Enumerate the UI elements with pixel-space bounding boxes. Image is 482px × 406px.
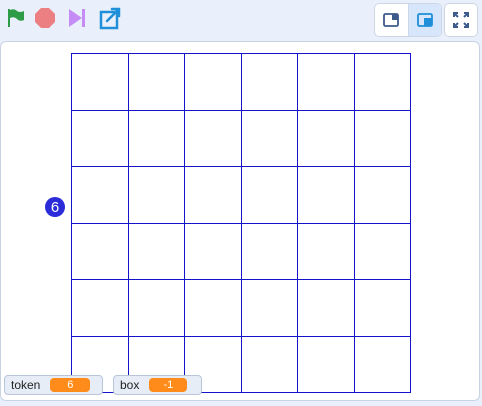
grid-cell [127,53,185,111]
grid-cell [127,109,185,167]
grid-cell [71,109,129,167]
grid-cell [127,222,185,280]
green-flag-icon [8,9,24,27]
step-button[interactable] [63,4,91,32]
grid-cell [184,222,242,280]
monitor-value: 6 [50,378,91,392]
variable-monitor-box[interactable]: box -1 [113,375,202,395]
share-button[interactable] [97,4,125,32]
large-stage-button[interactable] [407,4,441,36]
grid-cell [297,53,355,111]
share-icon [99,7,121,30]
grid-cell [240,109,298,167]
grid-cell [240,222,298,280]
monitor-label: token [11,378,41,392]
grid-cell [184,109,242,167]
grid-cell [297,222,355,280]
stop-icon [35,8,55,28]
grid-cell [184,166,242,224]
grid-cell [353,109,411,167]
grid-cell [127,279,185,337]
toolbar [0,0,482,40]
grid-cell [297,335,355,393]
grid-cell [71,222,129,280]
grid-cell [240,166,298,224]
grid-cell [297,279,355,337]
grid-cell [71,53,129,111]
grid-cell [240,335,298,393]
grid-cell [353,222,411,280]
grid-cell [71,166,129,224]
grid-cell [353,279,411,337]
number-sprite[interactable]: 6 [45,197,65,217]
fullscreen-button[interactable] [444,3,478,37]
grid-cell [353,335,411,393]
fullscreen-icon [453,12,469,28]
grid-cell [240,53,298,111]
small-stage-button[interactable] [375,4,408,36]
step-icon [69,9,85,27]
grid-cell [127,166,185,224]
grid-cell [240,279,298,337]
grid-cell [297,109,355,167]
stage-size-toggle [374,3,442,37]
grid-cell [184,279,242,337]
large-stage-icon [416,13,433,27]
variable-monitor-token[interactable]: token 6 [4,375,103,395]
green-flag-button[interactable] [1,4,29,32]
stage[interactable]: 6 token 6 box -1 [0,41,480,401]
grid-cell [184,53,242,111]
stop-button[interactable] [31,4,59,32]
grid-cell [353,166,411,224]
monitor-label: box [120,378,140,392]
grid-cell [297,166,355,224]
grid-cell [71,279,129,337]
small-stage-icon [383,13,400,27]
grid-board [71,53,411,393]
monitor-value: -1 [149,378,188,392]
grid-cell [353,53,411,111]
